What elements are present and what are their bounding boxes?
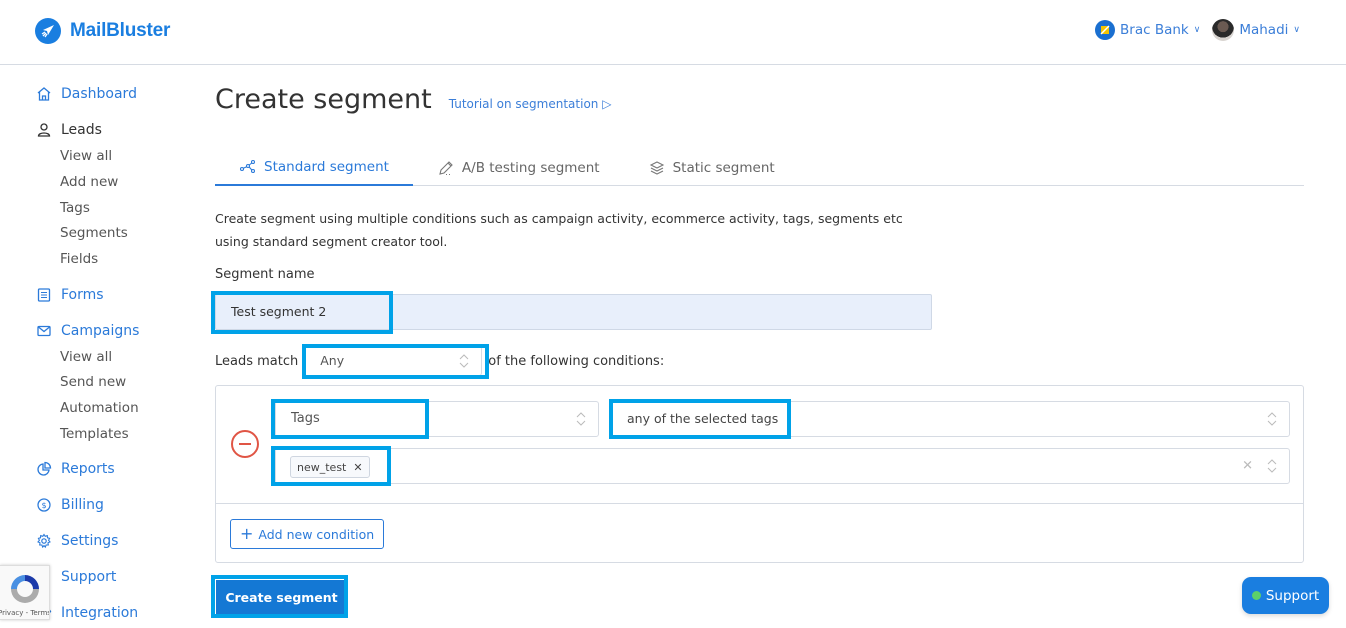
select-arrows-icon — [1267, 412, 1277, 426]
user-icon — [37, 123, 51, 137]
form-list-icon — [37, 288, 51, 302]
leads-match-label: Leads match — [215, 353, 299, 369]
select-value: Tags — [291, 411, 320, 426]
envelope-icon — [37, 325, 51, 337]
pen-icon — [439, 161, 453, 176]
user-name: Mahadi — [1239, 22, 1289, 38]
sidebar-label: Billing — [61, 497, 104, 513]
support-chat-button[interactable]: Support — [1242, 577, 1329, 614]
network-nodes-icon — [239, 159, 256, 174]
plus-icon: + — [240, 524, 254, 543]
online-status-dot — [1251, 591, 1261, 600]
leads-match-select[interactable]: Any — [304, 346, 483, 376]
sidebar-label: Campaigns — [61, 323, 140, 339]
condition-field-select[interactable]: Tags — [275, 401, 599, 437]
segment-description: Create segment using multiple conditions… — [215, 211, 903, 249]
page-title: Create segment — [215, 84, 432, 115]
home-icon — [37, 87, 51, 101]
select-arrows-icon — [1267, 459, 1277, 473]
tab-label: Static segment — [672, 160, 775, 176]
conditions-panel: Tags any of the selected tags ✕ new_test… — [215, 385, 1304, 563]
recaptcha-badge[interactable]: Privacy - Terms — [0, 565, 50, 620]
button-label: Add new condition — [258, 526, 375, 542]
recaptcha-links[interactable]: Privacy - Terms — [0, 609, 49, 617]
sidebar-item-settings[interactable]: Settings — [36, 533, 118, 549]
sidebar-subitem-automation[interactable]: Automation — [60, 400, 139, 416]
layers-icon — [649, 161, 664, 175]
segment-type-tabs: Standard segment A/B testing segment Sta… — [215, 150, 1304, 186]
sidebar-item-integration[interactable]: Integration — [36, 605, 138, 621]
sidebar-subitem-add-new[interactable]: Add new — [60, 174, 118, 190]
dollar-circle-icon: $ — [37, 498, 51, 512]
tab-static-segment[interactable]: Static segment — [624, 150, 799, 186]
select-arrows-icon — [576, 412, 586, 426]
account-switcher[interactable]: Brac Bank ∨ — [1095, 20, 1200, 40]
conditions-suffix: of the following conditions: — [488, 353, 665, 369]
tab-ab-testing-segment[interactable]: A/B testing segment — [413, 150, 624, 186]
sidebar-label: Dashboard — [61, 86, 137, 102]
select-arrows-icon — [459, 354, 469, 368]
sidebar-subitem-fields[interactable]: Fields — [60, 251, 98, 267]
sidebar-item-dashboard[interactable]: Dashboard — [36, 86, 137, 102]
sidebar-label: Forms — [61, 287, 104, 303]
account-name: Brac Bank — [1120, 22, 1189, 38]
brand-name: MailBluster — [70, 20, 171, 41]
sidebar-subitem-segments[interactable]: Segments — [60, 225, 128, 241]
pie-chart-icon — [37, 461, 52, 476]
tag-multiselect[interactable]: ✕ — [275, 448, 1290, 484]
svg-text:$: $ — [41, 501, 46, 510]
clear-selection-icon[interactable]: ✕ — [1242, 459, 1253, 474]
condition-operator-select[interactable]: any of the selected tags — [611, 401, 1290, 437]
segment-name-label: Segment name — [215, 267, 315, 282]
select-value: any of the selected tags — [627, 411, 779, 426]
tutorial-link[interactable]: Tutorial on segmentation ▷ — [449, 97, 612, 111]
sidebar-subitem-tags[interactable]: Tags — [60, 200, 90, 216]
tab-label: A/B testing segment — [461, 160, 600, 176]
sidebar-item-campaigns[interactable]: Campaigns — [36, 323, 139, 339]
chevron-down-icon: ∨ — [1293, 25, 1300, 35]
sidebar-item-reports[interactable]: Reports — [36, 461, 115, 477]
tab-label: Standard segment — [264, 159, 389, 175]
chevron-down-icon: ∨ — [1193, 25, 1201, 35]
sidebar-label: Support — [61, 569, 117, 585]
select-value: Any — [320, 353, 345, 368]
selected-tag-chip: new_test ✕ — [290, 456, 370, 478]
sidebar-item-leads[interactable]: Leads — [36, 122, 102, 138]
account-avatar — [1095, 20, 1116, 40]
sidebar-subitem-leads-view-all[interactable]: View all — [60, 148, 112, 164]
sidebar-subitem-templates[interactable]: Templates — [60, 426, 129, 442]
sidebar-label: Reports — [61, 461, 115, 477]
user-menu[interactable]: Mahadi ∨ — [1212, 19, 1300, 41]
sidebar-label: Leads — [61, 122, 102, 138]
button-label: Support — [1265, 587, 1320, 604]
create-segment-button[interactable]: Create segment — [216, 580, 347, 615]
sidebar-subitem-send-new[interactable]: Send new — [60, 374, 126, 390]
recaptcha-logo-icon — [11, 575, 39, 603]
top-header: MailBluster Brac Bank ∨ Mahadi ∨ — [0, 0, 1346, 65]
remove-tag-icon[interactable]: ✕ — [353, 461, 362, 474]
sidebar: Dashboard Leads View all Add new Tags Se… — [0, 66, 200, 628]
gear-icon — [37, 533, 51, 549]
remove-condition-button[interactable] — [231, 430, 259, 458]
sidebar-label: Integration — [61, 605, 139, 621]
sidebar-item-forms[interactable]: Forms — [36, 287, 104, 303]
divider — [216, 503, 1303, 504]
tab-standard-segment[interactable]: Standard segment — [215, 150, 413, 186]
paper-plane-logo-icon — [35, 18, 61, 44]
add-condition-button[interactable]: + Add new condition — [230, 519, 385, 549]
sidebar-label: Settings — [61, 533, 119, 549]
segment-name-input[interactable]: Test segment 2 — [215, 294, 932, 330]
sidebar-subitem-campaigns-view-all[interactable]: View all — [60, 349, 112, 365]
sidebar-item-billing[interactable]: $ Billing — [36, 497, 104, 513]
brand-logo[interactable]: MailBluster — [35, 18, 170, 44]
user-avatar — [1212, 19, 1235, 41]
tag-label: new_test — [297, 460, 347, 474]
